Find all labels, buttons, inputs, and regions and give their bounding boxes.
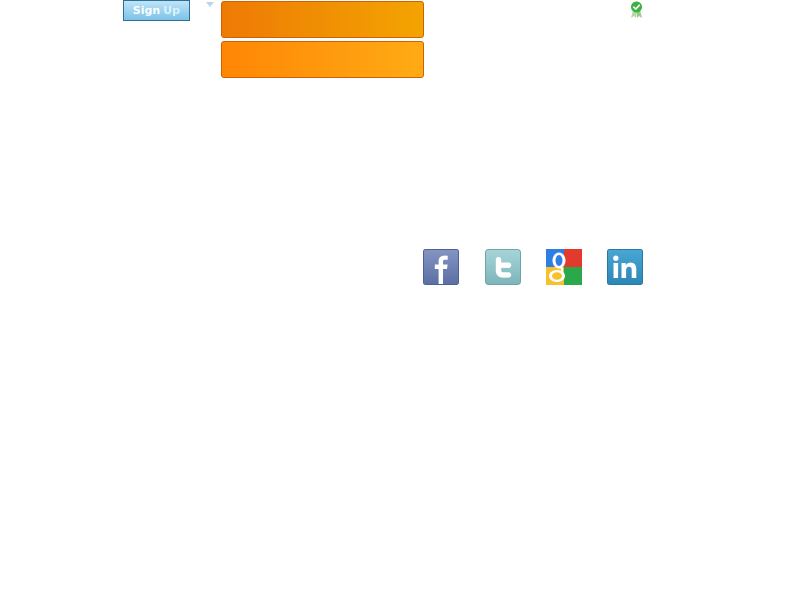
sign-up-label-part1: Sign	[132, 4, 161, 17]
twitter-icon[interactable]	[485, 249, 521, 285]
linkedin-icon[interactable]	[607, 249, 643, 285]
facebook-icon[interactable]	[423, 249, 459, 285]
page: Sign Up	[0, 0, 800, 600]
google-icon[interactable]	[546, 249, 582, 285]
sign-up-label-part2: Up	[163, 4, 181, 17]
orange-banner-button-1[interactable]	[221, 1, 424, 38]
sign-up-button[interactable]: Sign Up	[123, 0, 190, 21]
verified-check-icon	[630, 1, 643, 19]
orange-banner-button-2[interactable]	[221, 41, 424, 78]
dropdown-arrow-icon[interactable]	[206, 2, 214, 7]
